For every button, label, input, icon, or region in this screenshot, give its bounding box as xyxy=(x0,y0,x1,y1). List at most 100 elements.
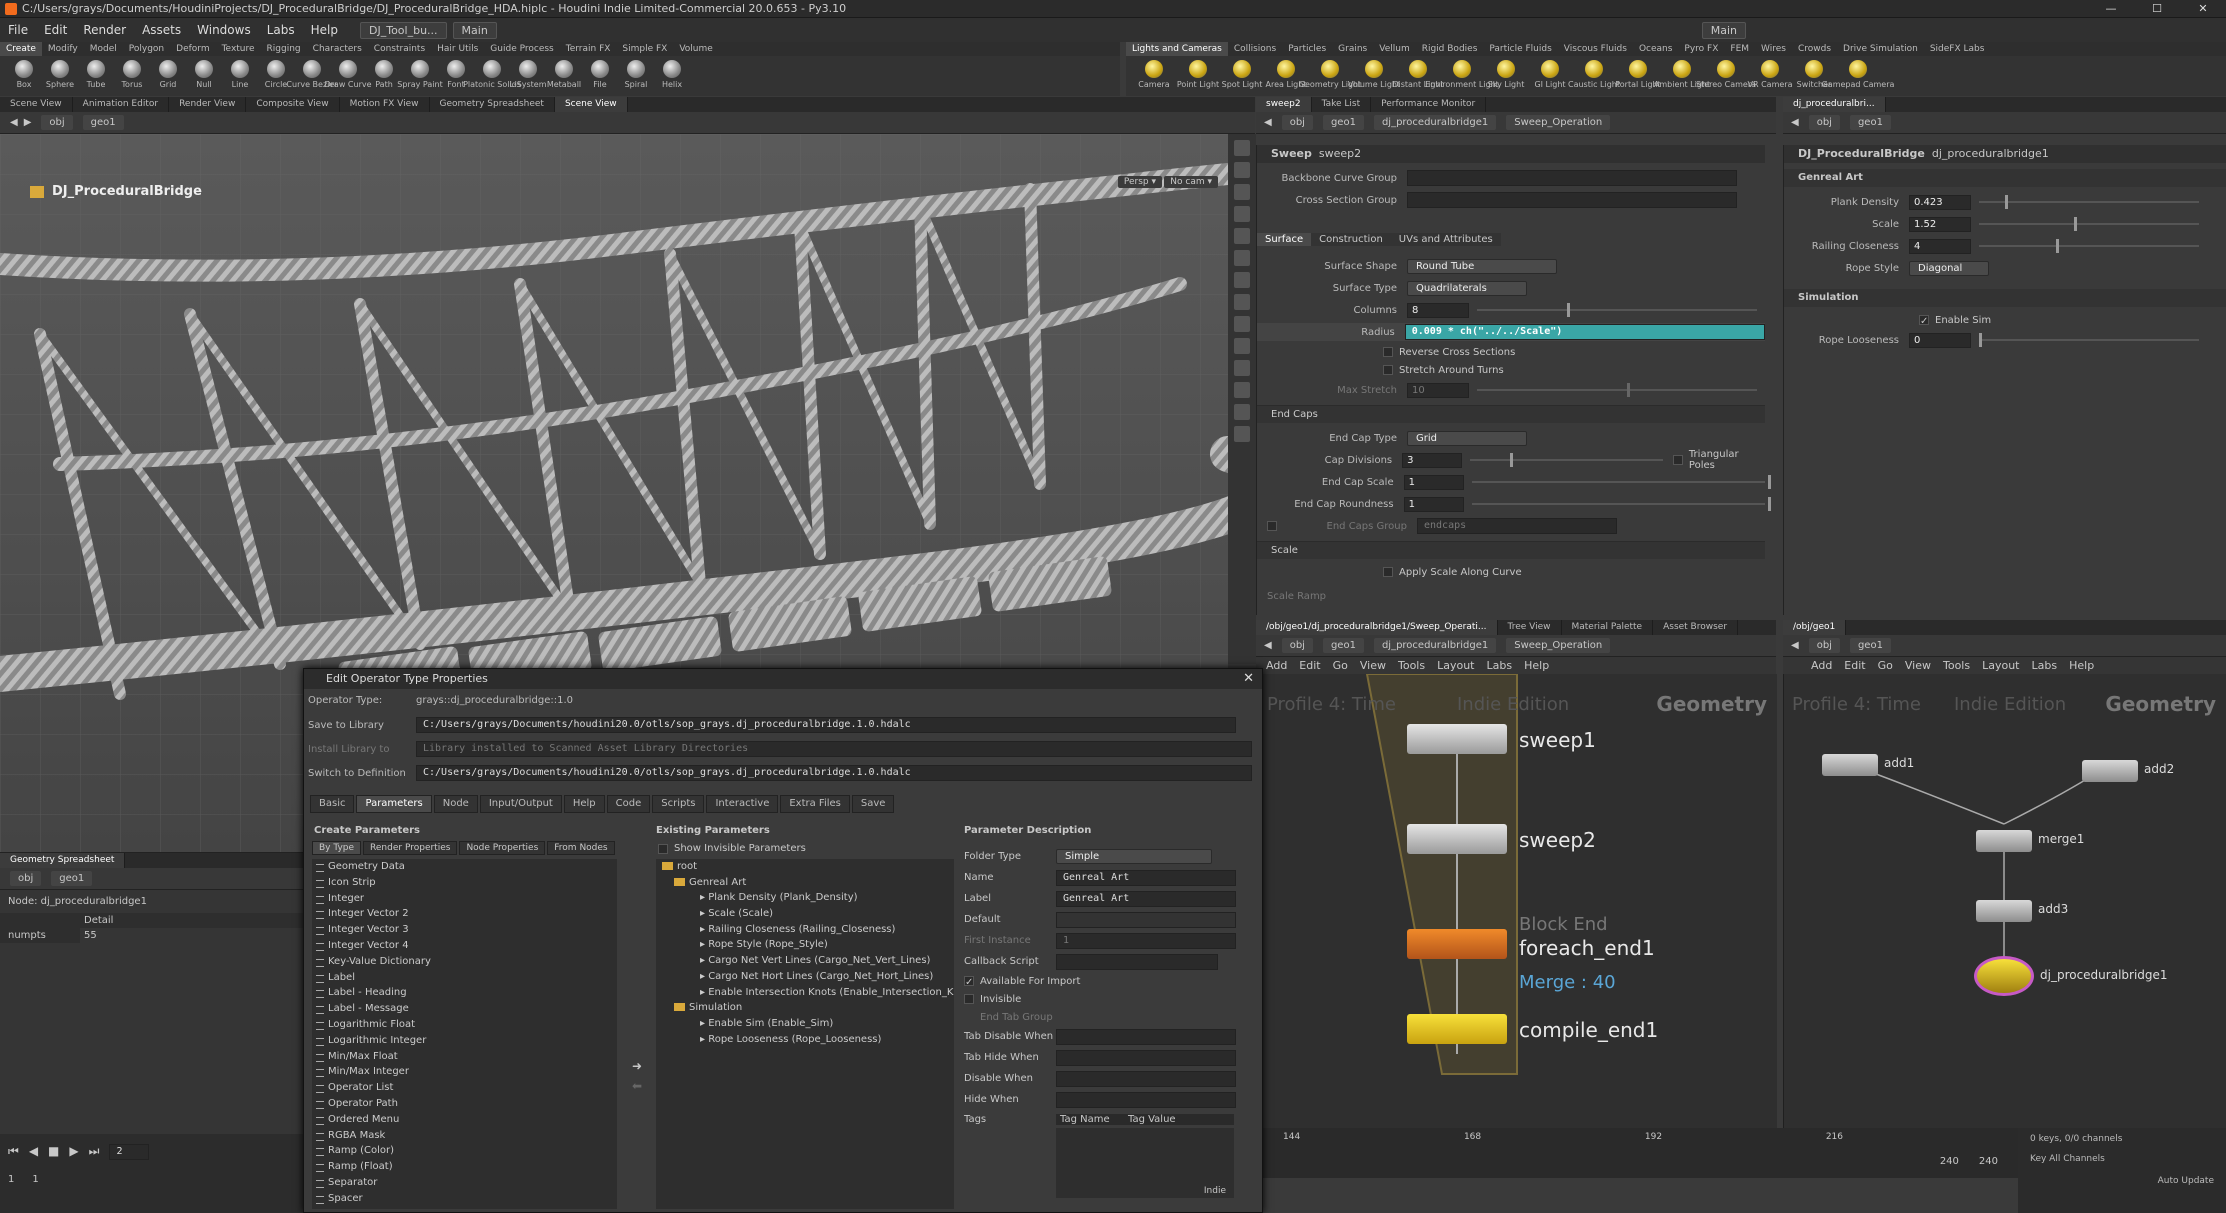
menu-tools[interactable]: Tools xyxy=(1943,657,1970,674)
shelf-tab-grains[interactable]: Grains xyxy=(1332,42,1373,56)
start-frame-2[interactable]: 1 xyxy=(32,1174,38,1185)
railing-slider[interactable] xyxy=(1979,239,2199,253)
camera-icon[interactable] xyxy=(1234,250,1250,266)
param-type-icon-strip[interactable]: Icon Strip xyxy=(312,875,617,891)
node-merge1[interactable] xyxy=(1976,830,2032,852)
folder-genreal-art[interactable]: Genreal Art xyxy=(1784,169,2226,187)
add-param-arrow-icon[interactable]: ➜ xyxy=(632,1059,642,1073)
tabhide-field[interactable] xyxy=(1056,1049,1236,1066)
shelf-tab-model[interactable]: Model xyxy=(84,42,123,56)
grid-icon[interactable] xyxy=(1234,272,1250,288)
foldertype-menu[interactable]: Simple xyxy=(1056,848,1212,864)
tab-performance-monitor[interactable]: Performance Monitor xyxy=(1371,97,1487,112)
cross-field[interactable] xyxy=(1407,192,1737,208)
param-type-geometry-data[interactable]: Geometry Data xyxy=(312,859,617,875)
path-geo[interactable]: geo1 xyxy=(1322,115,1364,130)
pane-tab-motion-fx-view[interactable]: Motion FX View xyxy=(340,97,430,112)
node-add1[interactable] xyxy=(1822,754,1878,776)
param-type-spacer[interactable]: Spacer xyxy=(312,1191,617,1207)
shelf-tool-spot-light[interactable]: Spot Light xyxy=(1220,56,1264,96)
tab-sweep2[interactable]: sweep2 xyxy=(1256,97,1312,112)
dialog-tab-basic[interactable]: Basic xyxy=(310,795,355,813)
path-geo[interactable]: geo1 xyxy=(1849,115,1891,130)
tree-param-railing-closeness-railing-clos[interactable]: ▸ Railing Closeness (Railing_Closeness) xyxy=(656,922,954,938)
create-tab-node-properties[interactable]: Node Properties xyxy=(459,841,546,855)
switch-field[interactable]: C:/Users/grays/Documents/houdini20.0/otl… xyxy=(416,765,1252,781)
camera-menu[interactable]: No cam ▾ xyxy=(1164,176,1218,188)
tab-material-palette[interactable]: Material Palette xyxy=(1562,620,1654,635)
shelf-tab-wires[interactable]: Wires xyxy=(1755,42,1792,56)
param-type-ordered-menu[interactable]: Ordered Menu xyxy=(312,1112,617,1128)
node-name[interactable]: sweep2 xyxy=(1319,147,1361,160)
param-type-ramp-float[interactable]: Ramp (Float) xyxy=(312,1159,617,1175)
menu-windows[interactable]: Windows xyxy=(189,23,259,37)
shelf-tab-particle-fluids[interactable]: Particle Fluids xyxy=(1483,42,1557,56)
shelf-tool-camera[interactable]: Camera xyxy=(1132,56,1176,96)
scale-field[interactable]: 1.52 xyxy=(1909,216,1971,232)
menu-render[interactable]: Render xyxy=(75,23,134,37)
shelf-tool-spiral[interactable]: Spiral xyxy=(618,56,654,96)
callback-field[interactable] xyxy=(1056,953,1218,970)
end-frame-2[interactable]: 240 xyxy=(1979,1156,1998,1167)
param-type-rgba-mask[interactable]: RGBA Mask xyxy=(312,1128,617,1144)
shelf-tab-collisions[interactable]: Collisions xyxy=(1228,42,1282,56)
shelf-tool-torus[interactable]: Torus xyxy=(114,56,150,96)
back-arrow-icon[interactable]: ◀ xyxy=(1791,640,1799,651)
disable-field[interactable] xyxy=(1056,1070,1236,1087)
backbone-field[interactable] xyxy=(1407,170,1737,186)
workspace-selector[interactable]: Main xyxy=(452,21,497,39)
shelf-tool-metaball[interactable]: Metaball xyxy=(546,56,582,96)
node-dj-proceduralbridge1[interactable] xyxy=(1974,956,2034,996)
plank-slider[interactable] xyxy=(1979,195,2199,209)
dialog-tab-code[interactable]: Code xyxy=(606,795,651,813)
shelf-tool-sky-light[interactable]: Sky Light xyxy=(1484,56,1528,96)
name-field[interactable]: Genreal Art xyxy=(1056,869,1236,886)
save-path-field[interactable]: C:/Users/grays/Documents/houdini20.0/otl… xyxy=(416,717,1236,733)
maxstretch-field[interactable]: 10 xyxy=(1407,382,1469,398)
plank-field[interactable]: 0.423 xyxy=(1909,194,1971,210)
network-editor-right[interactable]: Profile 4: Time Indie Edition Geometry a… xyxy=(1783,674,2226,1128)
shelf-tab-polygon[interactable]: Polygon xyxy=(123,42,170,56)
tree-folder-simulation[interactable]: Simulation xyxy=(656,1000,954,1016)
pane-tab-scene-view[interactable]: Scene View xyxy=(0,97,73,112)
shelf-tool-grid[interactable]: Grid xyxy=(150,56,186,96)
tree-param-cargo-net-vert-lines-cargo-net[interactable]: ▸ Cargo Net Vert Lines (Cargo_Net_Vert_L… xyxy=(656,953,954,969)
shelf-tab-viscous-fluids[interactable]: Viscous Fluids xyxy=(1558,42,1633,56)
shelf-tab-drive-simulation[interactable]: Drive Simulation xyxy=(1837,42,1924,56)
shelf-tool-file[interactable]: File xyxy=(582,56,618,96)
forward-arrow-icon[interactable]: ▶ xyxy=(24,117,32,128)
node-foreach-end1[interactable] xyxy=(1407,929,1507,959)
pane-tab-geometry-spreadsheet[interactable]: Geometry Spreadsheet xyxy=(430,97,555,112)
lock-icon[interactable] xyxy=(1234,162,1250,178)
tab-network-path[interactable]: /obj/geo1/dj_proceduralbridge1/Sweep_Ope… xyxy=(1256,620,1498,635)
auto-update-menu[interactable]: Auto Update xyxy=(2018,1168,2226,1194)
tags-table[interactable]: Indie xyxy=(1056,1128,1234,1198)
tree-param-enable-sim-enable-sim[interactable]: ▸ Enable Sim (Enable_Sim) xyxy=(656,1016,954,1032)
shelf-tool-tube[interactable]: Tube xyxy=(78,56,114,96)
capscale-slider[interactable] xyxy=(1472,475,1772,489)
reverse-checkbox[interactable] xyxy=(1383,347,1393,357)
path-obj[interactable]: obj xyxy=(1281,638,1313,653)
param-type-list[interactable]: Geometry Data Icon Strip Integer Integer Ve… xyxy=(312,859,617,1209)
shelf-tool-helix[interactable]: Helix xyxy=(654,56,690,96)
folder-simulation[interactable]: Simulation xyxy=(1784,289,2226,307)
play-icon[interactable]: ▶ xyxy=(69,1144,78,1160)
pane-tab-scene-view[interactable]: Scene View xyxy=(554,97,628,112)
param-type-ramp-color[interactable]: Ramp (Color) xyxy=(312,1143,617,1159)
menu-tools[interactable]: Tools xyxy=(1398,657,1425,674)
dialog-tab-input-output[interactable]: Input/Output xyxy=(479,795,562,813)
enablesim-checkbox[interactable]: ✓ xyxy=(1919,315,1929,327)
shelf-tool-vr-camera[interactable]: VR Camera xyxy=(1748,56,1792,96)
capsgroup-field[interactable]: endcaps xyxy=(1417,518,1617,534)
normals-icon[interactable] xyxy=(1234,360,1250,376)
shelf-tool-circle[interactable]: Circle xyxy=(258,56,294,96)
shelf-tool-geometry-light[interactable]: Geometry Light xyxy=(1299,56,1361,96)
dialog-tab-scripts[interactable]: Scripts xyxy=(652,795,705,813)
menu-add[interactable]: Add xyxy=(1266,657,1287,674)
timeline-ruler[interactable]: 144 168 192 216 240 240 xyxy=(1263,1128,2018,1178)
stretch-checkbox[interactable] xyxy=(1383,365,1393,375)
pane-tab-animation-editor[interactable]: Animation Editor xyxy=(73,97,170,112)
path-obj[interactable]: obj xyxy=(1281,115,1313,130)
param-type-integer[interactable]: Integer xyxy=(312,891,617,907)
dialog-tab-save[interactable]: Save xyxy=(851,795,895,813)
